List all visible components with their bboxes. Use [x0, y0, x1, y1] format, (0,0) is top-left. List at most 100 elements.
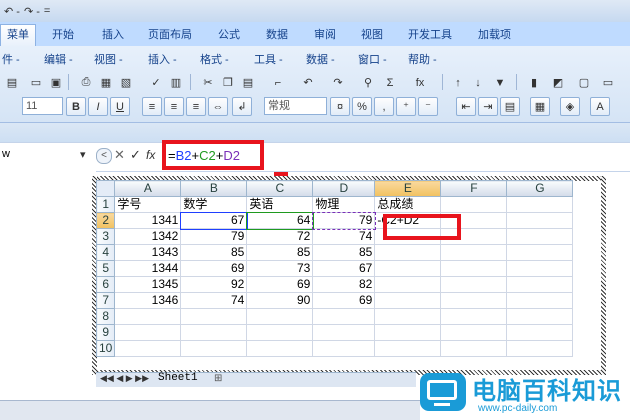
cell[interactable] — [374, 244, 442, 261]
cell[interactable] — [506, 228, 574, 245]
cell[interactable] — [374, 324, 442, 341]
column-header[interactable]: G — [506, 180, 574, 197]
cell[interactable]: 物理 — [312, 196, 376, 213]
merge-center-icon[interactable]: ⇔ — [208, 97, 228, 116]
tab-page-layout[interactable]: 页面布局 — [148, 26, 192, 44]
cell[interactable]: 85 — [246, 244, 314, 261]
menu-help[interactable]: 帮助 - — [408, 51, 437, 67]
cell[interactable]: 1342 — [114, 228, 182, 245]
tab-menu[interactable]: 菜单 — [0, 24, 36, 47]
tab-formulas[interactable]: 公式 — [218, 26, 240, 44]
comma-icon[interactable]: , — [374, 97, 394, 116]
cell[interactable]: 67 — [312, 260, 376, 277]
conditional-icon[interactable]: ▤ — [500, 97, 520, 116]
cell[interactable] — [374, 276, 442, 293]
column-header[interactable]: E — [374, 180, 442, 197]
column-header[interactable]: C — [246, 180, 314, 197]
cell[interactable]: 1345 — [114, 276, 182, 293]
italic-button[interactable]: I — [88, 97, 108, 116]
decrease-decimal-icon[interactable]: ⁻ — [418, 97, 438, 116]
research-icon[interactable]: ▧ — [116, 73, 136, 92]
cell[interactable] — [440, 244, 508, 261]
increase-decimal-icon[interactable]: ⁺ — [396, 97, 416, 116]
cell[interactable]: 74 — [180, 292, 248, 309]
number-format-dropdown[interactable]: 常规 — [264, 97, 327, 115]
cell[interactable]: 英语 — [246, 196, 314, 213]
tab-data[interactable]: 数据 — [266, 26, 288, 44]
row-header[interactable]: 1 — [95, 196, 116, 213]
font-size-dropdown[interactable]: 11 — [22, 97, 63, 115]
chevron-down-icon[interactable]: ▾ — [80, 148, 86, 161]
row-header[interactable]: 7 — [95, 292, 116, 309]
fill-color-icon[interactable]: ◈ — [560, 97, 580, 116]
zoom-icon[interactable]: ▢ — [574, 73, 594, 92]
cell[interactable] — [506, 260, 574, 277]
enter-button[interactable]: ✓ — [130, 147, 141, 163]
cell[interactable]: 74 — [312, 228, 376, 245]
align-center-icon[interactable]: ≡ — [164, 97, 184, 116]
redo-icon[interactable]: ↷ — [328, 73, 348, 92]
menu-edit[interactable]: 编辑 - — [44, 51, 73, 67]
cell[interactable]: 69 — [246, 276, 314, 293]
column-header[interactable]: A — [114, 180, 182, 197]
tab-addins[interactable]: 加载项 — [478, 26, 511, 44]
cell[interactable] — [506, 292, 574, 309]
tab-review[interactable]: 审阅 — [314, 26, 336, 44]
font-color-icon[interactable]: A — [590, 97, 610, 116]
print-icon[interactable]: ⎙ — [76, 73, 96, 92]
cell[interactable] — [506, 196, 574, 213]
column-header[interactable]: D — [312, 180, 376, 197]
cell[interactable] — [506, 308, 574, 325]
cell[interactable]: 73 — [246, 260, 314, 277]
cell[interactable] — [246, 324, 314, 341]
cell[interactable]: 92 — [180, 276, 248, 293]
cell[interactable]: 1341 — [114, 212, 182, 229]
cell[interactable] — [440, 340, 508, 357]
more-icon[interactable]: ▭ — [598, 73, 618, 92]
drawing-icon[interactable]: ◩ — [548, 73, 568, 92]
sort-descending-icon[interactable]: ↓ — [468, 73, 488, 92]
open-icon[interactable]: ▭ — [26, 73, 46, 92]
bold-button[interactable]: B — [66, 97, 86, 116]
cell[interactable] — [506, 244, 574, 261]
menu-file[interactable]: 件 - — [2, 51, 20, 67]
redo-button[interactable]: ↷ - — [24, 5, 40, 18]
menu-view[interactable]: 视图 - — [94, 51, 123, 67]
cell[interactable] — [506, 276, 574, 293]
cell[interactable]: 1346 — [114, 292, 182, 309]
row-header[interactable]: 8 — [95, 308, 116, 325]
chart-icon[interactable]: ▮ — [524, 73, 544, 92]
cell[interactable] — [114, 308, 182, 325]
row-header[interactable]: 9 — [95, 324, 116, 341]
cell[interactable] — [506, 324, 574, 341]
cut-icon[interactable]: ✂ — [198, 73, 218, 92]
cell[interactable]: 90 — [246, 292, 314, 309]
currency-icon[interactable]: ¤ — [330, 97, 350, 116]
insert-function-button[interactable]: fx — [410, 73, 430, 92]
cell[interactable]: 85 — [180, 244, 248, 261]
cell[interactable]: 79 — [180, 228, 248, 245]
sort-ascending-icon[interactable]: ↑ — [448, 73, 468, 92]
cell[interactable]: 数学 — [180, 196, 248, 213]
row-header[interactable]: 6 — [95, 276, 116, 293]
cell[interactable] — [374, 308, 442, 325]
new-icon[interactable]: ▤ — [2, 73, 22, 92]
cell[interactable] — [114, 324, 182, 341]
menu-data[interactable]: 数据 - — [306, 51, 335, 67]
wrap-icon[interactable]: ↲ — [232, 97, 252, 116]
cell[interactable]: 64 — [245, 211, 314, 230]
cell[interactable]: 82 — [312, 276, 376, 293]
cell[interactable]: 学号 — [114, 196, 182, 213]
menu-insert[interactable]: 插入 - — [148, 51, 177, 67]
print-preview-icon[interactable]: ▦ — [96, 73, 116, 92]
cell[interactable] — [180, 308, 248, 325]
cell[interactable] — [374, 260, 442, 277]
paste-icon[interactable]: ▤ — [238, 73, 258, 92]
format-painter-icon[interactable]: ⌐ — [268, 73, 288, 92]
cell[interactable]: 总成绩 — [374, 196, 442, 213]
tab-view[interactable]: 视图 — [361, 26, 383, 44]
research-book-icon[interactable]: ▥ — [166, 73, 186, 92]
undo-icon[interactable]: ↶ — [298, 73, 318, 92]
row-header[interactable]: 5 — [95, 260, 116, 277]
cell[interactable]: 79 — [311, 211, 376, 230]
